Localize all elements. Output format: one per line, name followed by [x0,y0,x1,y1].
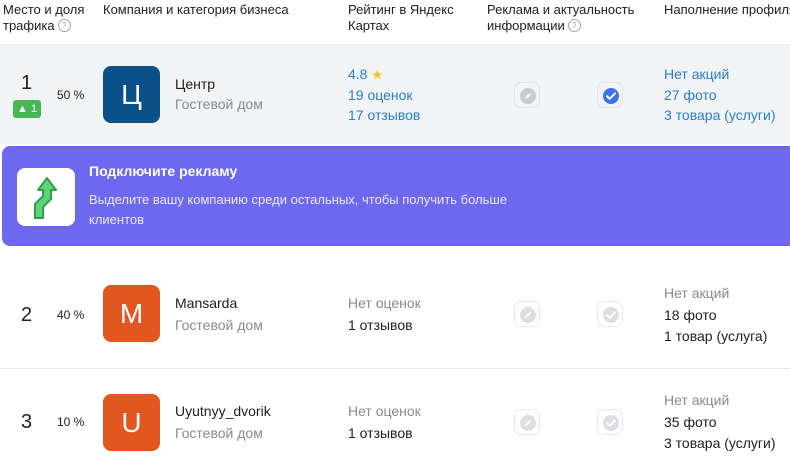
place-change-badge: ▲ 1 [13,100,41,118]
table-row[interactable]: 3 10 % U Uyutnyy_dvorik Гостевой дом Нет… [0,369,790,470]
table-header: Место и доля трафика? Компания и категор… [0,0,790,44]
promos-link[interactable]: Нет акций [664,66,729,82]
reviews-count-link[interactable]: 1 отзывов [348,425,413,441]
traffic-share: 10 % [57,415,85,429]
star-icon: ★ [371,67,384,82]
company-logo[interactable]: U [103,394,160,451]
company-logo[interactable]: M [103,285,160,342]
traffic-share: 50 % [57,88,85,102]
goods-text: 1 товар (услуга) [664,328,768,344]
goods-link[interactable]: 3 товара (услуги) [664,107,776,123]
rating-value: Нет оценок [348,403,421,419]
reviews-count-link[interactable]: 1 отзывов [348,317,413,333]
company-category: Гостевой дом [175,317,263,333]
company-name[interactable]: Центр [175,76,215,92]
company-name[interactable]: Uyutnyy_dvorik [175,403,271,419]
place-number: 1 [21,72,33,94]
header-profile-fill: Наполнение профиля [664,2,790,17]
header-company-category: Компания и категория бизнеса [103,2,289,17]
traffic-share: 40 % [57,308,85,322]
place-number: 2 [21,304,33,326]
rating-value[interactable]: 4.8 ★ [348,66,383,83]
rating-value: Нет оценок [348,295,421,311]
photos-text: 18 фото [664,307,717,323]
company-logo[interactable]: Ц [103,66,160,123]
verified-icon[interactable] [597,82,623,108]
photos-link[interactable]: 27 фото [664,87,717,103]
help-icon[interactable]: ? [567,19,581,33]
company-name[interactable]: Mansarda [175,295,237,311]
growth-arrow-icon [17,168,75,226]
header-place-share: Место и доля трафика? [3,2,85,33]
verified-icon[interactable] [597,301,623,327]
place-number: 3 [21,411,33,433]
ratings-count-link[interactable]: 19 оценок [348,87,413,103]
help-icon[interactable]: ? [57,19,71,33]
ads-status-icon[interactable] [514,409,540,435]
photos-text: 35 фото [664,414,717,430]
header-rating: Рейтинг в Яндекс Картах [348,2,454,33]
goods-text: 3 товара (услуги) [664,435,776,451]
table-row[interactable]: 1 ▲ 1 50 % Ц Центр Гостевой дом 4.8 ★ 19 … [0,44,790,144]
promo-text: Выделите вашу компанию среди остальных, … [89,192,508,227]
ads-status-icon[interactable] [514,301,540,327]
header-ads-actuality: Реклама и актуальность информации? [487,2,635,33]
promo-title: Подключите рекламу [89,163,238,179]
verified-icon[interactable] [597,409,623,435]
company-category: Гостевой дом [175,425,263,441]
promo-banner[interactable]: Подключите рекламу Выделите вашу компани… [2,146,790,246]
reviews-count-link[interactable]: 17 отзывов [348,107,420,123]
ads-status-icon[interactable] [514,82,540,108]
promos-text: Нет акций [664,392,730,408]
competitors-table: Место и доля трафика? Компания и категор… [0,0,790,470]
company-category: Гостевой дом [175,96,263,112]
table-row[interactable]: 2 40 % M Mansarda Гостевой дом Нет оцено… [0,260,790,368]
promos-text: Нет акций [664,285,730,301]
